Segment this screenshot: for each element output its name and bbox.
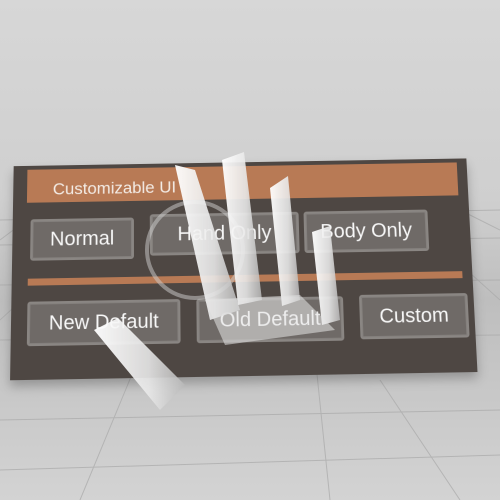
hand-only-button[interactable]: Hand Only (149, 211, 300, 256)
new-default-button[interactable]: New Default (26, 299, 181, 347)
hand-only-button-label: Hand Only (177, 221, 272, 245)
normal-button[interactable]: Normal (30, 217, 134, 261)
normal-button-label: Normal (49, 227, 115, 251)
custom-button-label: Custom (378, 303, 450, 328)
customizable-ui-panel: Customizable UI Normal Hand Only Body On… (10, 158, 478, 381)
old-default-button[interactable]: Old Default (196, 296, 345, 344)
body-only-button-label: Body Only (319, 219, 413, 243)
panel-divider (27, 271, 463, 286)
old-default-button-label: Old Default (219, 307, 321, 332)
custom-button[interactable]: Custom (358, 293, 470, 340)
panel-header: Customizable UI (26, 162, 459, 203)
new-default-button-label: New Default (48, 309, 159, 335)
body-only-button[interactable]: Body Only (303, 209, 430, 254)
panel-title: Customizable UI (52, 177, 177, 199)
